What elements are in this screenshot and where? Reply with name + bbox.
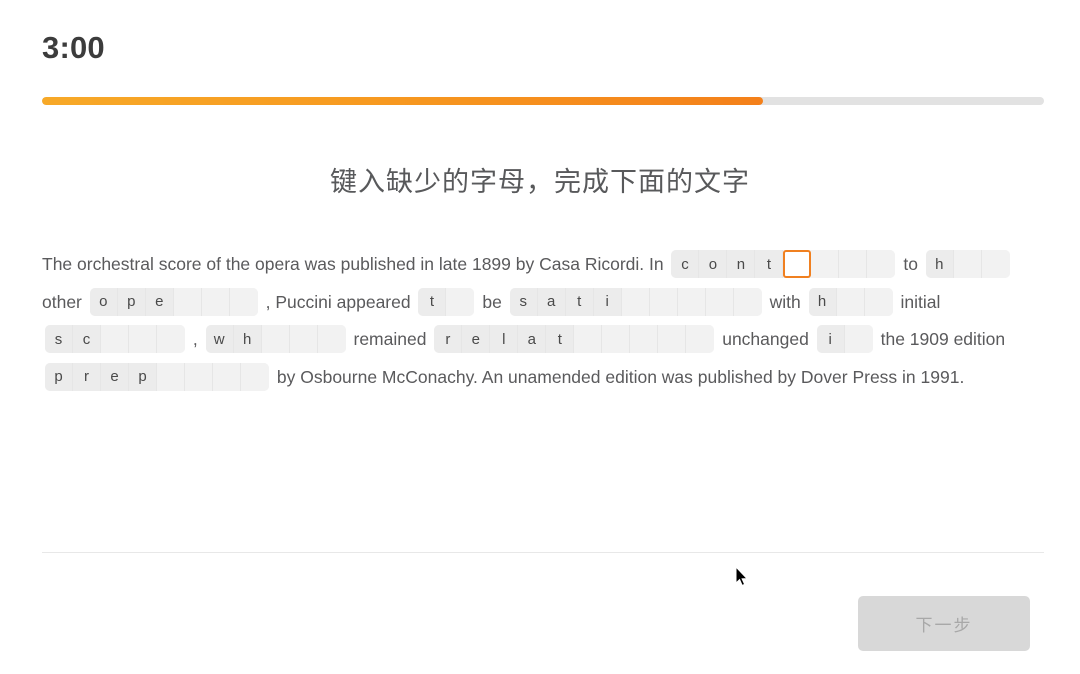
passage-text: to: [903, 254, 918, 274]
word-prepared-cell-5[interactable]: [185, 362, 213, 391]
word-relatively-cell-2[interactable]: l: [490, 325, 519, 354]
word-relatively-cell-3[interactable]: a: [518, 325, 547, 354]
word-operas-cell-0[interactable]: o: [89, 287, 118, 316]
word-relatively[interactable]: relat: [434, 325, 715, 354]
word-prepared-cell-3[interactable]: p: [129, 362, 157, 391]
word-score-cell-3[interactable]: [129, 325, 157, 354]
word-which-cell-2[interactable]: [261, 325, 290, 354]
word-score-cell-1[interactable]: c: [73, 325, 101, 354]
word-which[interactable]: wh: [205, 325, 346, 354]
word-his-2-cell-2[interactable]: [864, 287, 893, 316]
passage-text: , Puccini appeared: [265, 291, 411, 312]
word-to-cell-0[interactable]: t: [418, 287, 447, 316]
passage-text: other: [42, 291, 82, 312]
word-satisfied-cell-0[interactable]: s: [509, 287, 538, 316]
word-to-cell-1[interactable]: [446, 287, 475, 316]
word-contrast-cell-2[interactable]: n: [727, 250, 756, 279]
word-his-2-cell-1[interactable]: [836, 287, 865, 316]
word-operas-cell-3[interactable]: [173, 287, 202, 316]
word-relatively-cell-9[interactable]: [686, 325, 715, 354]
word-contrast-cell-1[interactable]: o: [699, 250, 728, 279]
passage-text: be: [482, 291, 502, 312]
passage-text: ,: [192, 329, 198, 349]
quiz-page: 3:00 键入缺少的字母，完成下面的文字 The orchestral scor…: [0, 0, 1080, 674]
word-in-cell-1[interactable]: [844, 325, 873, 354]
word-his-cell-2[interactable]: [981, 250, 1010, 279]
word-contrast-cell-4[interactable]: [783, 250, 812, 279]
word-contrast-cell-0[interactable]: c: [671, 250, 700, 279]
passage-text: The orchestral score of the opera was pu…: [42, 254, 664, 274]
word-relatively-cell-4[interactable]: t: [546, 325, 575, 354]
word-operas-cell-1[interactable]: p: [117, 287, 146, 316]
word-his-cell-0[interactable]: h: [925, 250, 954, 279]
word-his-2-cell-0[interactable]: h: [808, 287, 837, 316]
word-his[interactable]: h: [925, 250, 1010, 279]
word-operas-cell-4[interactable]: [201, 287, 230, 316]
word-operas[interactable]: ope: [89, 287, 258, 316]
word-contrast-cell-6[interactable]: [839, 250, 868, 279]
word-contrast-cell-7[interactable]: [867, 250, 896, 279]
passage-container: The orchestral score of the opera was pu…: [42, 246, 1042, 396]
word-in[interactable]: i: [816, 325, 873, 354]
word-which-cell-1[interactable]: h: [233, 325, 262, 354]
mouse-pointer-icon: [735, 566, 749, 587]
word-his-cell-1[interactable]: [953, 250, 982, 279]
word-satisfied-cell-5[interactable]: [649, 287, 678, 316]
progress-bar-fill: [42, 97, 764, 105]
word-satisfied-cell-4[interactable]: [621, 287, 650, 316]
word-prepared[interactable]: prep: [45, 362, 269, 391]
footer-divider: [42, 552, 1044, 553]
word-score-cell-2[interactable]: [101, 325, 129, 354]
passage-text: by Osbourne McConachy. An unamended edit…: [276, 366, 965, 387]
passage-text: unchanged: [722, 329, 809, 349]
word-prepared-cell-2[interactable]: e: [101, 362, 129, 391]
passage-text: remained: [353, 329, 427, 349]
word-prepared-cell-1[interactable]: r: [73, 362, 101, 391]
word-prepared-cell-6[interactable]: [213, 362, 241, 391]
word-relatively-cell-5[interactable]: [574, 325, 603, 354]
word-which-cell-0[interactable]: w: [205, 325, 234, 354]
word-prepared-cell-0[interactable]: p: [45, 362, 73, 391]
word-which-cell-3[interactable]: [289, 325, 318, 354]
word-relatively-cell-0[interactable]: r: [434, 325, 463, 354]
word-relatively-cell-7[interactable]: [630, 325, 659, 354]
word-which-cell-4[interactable]: [317, 325, 346, 354]
word-contrast-cell-5[interactable]: [811, 250, 840, 279]
word-operas-cell-2[interactable]: e: [145, 287, 174, 316]
word-relatively-cell-8[interactable]: [658, 325, 687, 354]
passage-text: with: [769, 291, 801, 312]
word-satisfied-cell-1[interactable]: a: [537, 287, 566, 316]
passage-text: the 1909 edition: [880, 329, 1006, 349]
word-satisfied-cell-3[interactable]: i: [593, 287, 622, 316]
word-prepared-cell-7[interactable]: [241, 362, 269, 391]
word-satisfied-cell-2[interactable]: t: [565, 287, 594, 316]
word-operas-cell-5[interactable]: [229, 287, 258, 316]
next-button[interactable]: 下一步: [858, 596, 1030, 651]
word-contrast-cell-3[interactable]: t: [755, 250, 784, 279]
word-score-cell-0[interactable]: s: [45, 325, 73, 354]
progress-bar: [42, 97, 1044, 105]
word-relatively-cell-6[interactable]: [602, 325, 631, 354]
word-his-2[interactable]: h: [808, 287, 893, 316]
word-score[interactable]: sc: [45, 325, 185, 354]
word-prepared-cell-4[interactable]: [157, 362, 185, 391]
countdown-timer: 3:00: [42, 30, 105, 65]
page-title: 键入缺少的字母，完成下面的文字: [330, 167, 750, 197]
word-satisfied-cell-8[interactable]: [733, 287, 762, 316]
word-score-cell-4[interactable]: [157, 325, 185, 354]
passage-text: initial: [900, 291, 941, 312]
word-relatively-cell-1[interactable]: e: [462, 325, 491, 354]
word-satisfied-cell-6[interactable]: [677, 287, 706, 316]
word-in-cell-0[interactable]: i: [816, 325, 845, 354]
word-to[interactable]: t: [418, 287, 475, 316]
word-contrast[interactable]: cont: [671, 250, 896, 279]
word-satisfied-cell-7[interactable]: [705, 287, 734, 316]
word-satisfied[interactable]: sati: [509, 287, 762, 316]
